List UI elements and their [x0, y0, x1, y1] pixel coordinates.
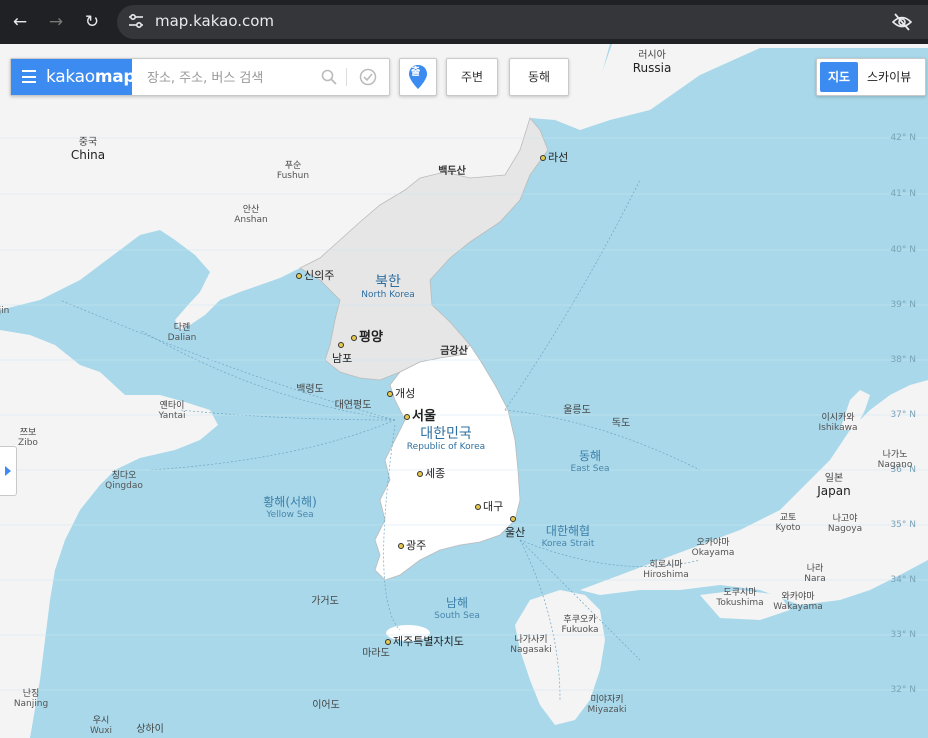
map-label-anshan[interactable]: 안산 Anshan	[234, 205, 267, 226]
map-label-north-korea[interactable]: 북한 North Korea	[361, 274, 415, 300]
city-marker-icon	[540, 155, 546, 161]
map-label-wakayama[interactable]: 와카야마 Wakayama	[773, 592, 823, 613]
map-label-tokushima[interactable]: 도쿠시마 Tokushima	[716, 588, 763, 609]
search-divider	[346, 68, 347, 86]
map-label-okayama[interactable]: 오카야마 Okayama	[692, 538, 735, 559]
city-marker-icon	[351, 334, 357, 341]
region-button[interactable]: 동해	[509, 58, 569, 96]
latitude-label: 39° N	[890, 300, 916, 310]
city-marker-icon	[398, 543, 404, 549]
map-label-dokdo[interactable]: 독도	[612, 418, 630, 430]
map-label-wuxi[interactable]: 우시 Wuxi	[90, 716, 112, 737]
route-button[interactable]: 출	[399, 58, 437, 96]
latitude-label: 35° N	[890, 520, 916, 530]
map-label-gageodo[interactable]: 가거도	[311, 596, 339, 608]
latitude-label: 40° N	[890, 245, 916, 255]
map-label-china[interactable]: 중국 China	[71, 137, 105, 162]
latitude-label: 34° N	[890, 575, 916, 585]
latitude-label: 41° N	[890, 189, 916, 199]
city-marker-icon	[417, 471, 423, 477]
map-label-hiroshima[interactable]: 히로시마 Hiroshima	[643, 560, 688, 581]
url-text[interactable]: map.kakao.com	[155, 12, 274, 30]
city-ulsan[interactable]: 울산	[505, 516, 525, 540]
city-marker-icon	[296, 273, 302, 279]
chevron-right-icon	[5, 466, 11, 476]
map-label-qingdao[interactable]: 칭다오 Qingdao	[105, 471, 143, 492]
forward-icon[interactable]: →	[44, 10, 68, 34]
kakaomap-logo[interactable]: kakaomap	[11, 59, 136, 95]
map-label-geumgangsan[interactable]: 금강산	[440, 346, 468, 358]
nearby-button[interactable]: 주변	[446, 58, 498, 96]
map-label-baekdusan[interactable]: 백두산	[438, 166, 466, 178]
search-icon[interactable]	[321, 69, 337, 85]
search-box: kakaomap	[10, 58, 390, 96]
city-daegu[interactable]: 대구	[475, 498, 503, 514]
map-label-nara[interactable]: 나라 Nara	[804, 564, 825, 585]
latitude-label: 32° N	[890, 685, 916, 695]
map-label-shanghai[interactable]: 상하이	[136, 724, 164, 736]
city-seoul[interactable]: 서울	[404, 405, 436, 424]
map-label-ulleungdo[interactable]: 울릉도	[563, 405, 591, 417]
city-marker-icon	[385, 639, 391, 645]
map-label-kyoto[interactable]: 교토 Kyoto	[775, 513, 800, 534]
logo-kakao: kakao	[46, 67, 95, 87]
map-label-zibo[interactable]: 쯔보 Zibo	[18, 428, 38, 449]
back-icon[interactable]: ←	[8, 10, 32, 34]
search-input[interactable]	[145, 67, 319, 89]
city-rason[interactable]: 라선	[540, 149, 568, 165]
map-label-daeyeonpyeongdo[interactable]: 대연평도	[335, 400, 372, 412]
map-label-south-korea[interactable]: 대한민국 Republic of Korea	[407, 426, 485, 452]
maptype-skyview-button[interactable]: 스카이뷰	[867, 62, 911, 92]
eye-off-icon[interactable]	[892, 13, 912, 31]
map-label-miyazaki[interactable]: 미야자키 Miyazaki	[587, 695, 626, 716]
maptype-map-button[interactable]: 지도	[820, 62, 858, 92]
map-label-nagano[interactable]: 나가노 Nagano	[878, 450, 913, 471]
site-settings-icon[interactable]	[126, 11, 146, 31]
map-label-yellow-sea[interactable]: 황해(서해) Yellow Sea	[263, 495, 317, 520]
map-label-yantai[interactable]: 옌타이 Yantai	[158, 401, 185, 422]
map-label-south-sea[interactable]: 남해 South Sea	[434, 596, 480, 621]
map-label-fukuoka[interactable]: 후쿠오카 Fukuoka	[561, 615, 598, 636]
city-marker-icon	[404, 413, 410, 420]
map-label-marado[interactable]: 마라도	[362, 648, 390, 660]
city-sinuiju[interactable]: 신의주	[296, 267, 334, 283]
city-marker-icon	[338, 342, 344, 348]
latitude-label: 33° N	[890, 630, 916, 640]
city-jeju[interactable]: 제주특별자치도	[385, 633, 464, 649]
map-label-japan[interactable]: 일본 Japan	[817, 473, 850, 498]
map-label-nagoya[interactable]: 나고야 Nagoya	[828, 514, 862, 535]
map-label-nanjing[interactable]: 난징 Nanjing	[14, 689, 48, 710]
side-panel-toggle[interactable]	[0, 446, 17, 496]
check-circle-icon[interactable]	[359, 68, 377, 86]
map-label-fushun[interactable]: 푸순 Fushun	[277, 161, 309, 182]
map-label-dalian[interactable]: 다롄 Dalian	[168, 323, 197, 344]
city-sejong[interactable]: 세종	[417, 465, 445, 481]
map-label-ishikawa[interactable]: 이시카와 Ishikawa	[819, 413, 858, 434]
route-label: 출	[411, 67, 421, 78]
map-label-baengnyeongdo[interactable]: 백령도	[296, 384, 324, 396]
city-marker-icon	[387, 391, 393, 397]
map-label-east-sea[interactable]: 동해 East Sea	[570, 449, 609, 474]
city-marker-icon	[475, 504, 481, 510]
maptype-toggle: 지도 스카이뷰	[816, 58, 926, 96]
city-kaesong[interactable]: 개성	[387, 385, 415, 401]
city-nampo[interactable]: 남포	[332, 342, 352, 366]
map-label-russia[interactable]: 러시아 Russia	[633, 50, 672, 75]
city-pyongyang[interactable]: 평양	[351, 326, 383, 345]
logo-map: map	[94, 67, 136, 87]
city-marker-icon	[510, 516, 516, 522]
browser-toolbar: ← → ↻ map.kakao.com	[0, 0, 928, 44]
reload-icon[interactable]: ↻	[80, 10, 104, 34]
map-canvas[interactable]: 42° N 41° N 40° N 39° N 38° N 37° N 36° …	[0, 44, 928, 738]
map-label-jin[interactable]: jin	[0, 306, 9, 316]
latitude-label: 38° N	[890, 355, 916, 365]
map-base	[0, 44, 928, 738]
map-label-korea-strait[interactable]: 대한해협 Korea Strait	[542, 524, 595, 549]
city-gwangju[interactable]: 광주	[398, 537, 426, 553]
menu-icon[interactable]	[22, 70, 36, 83]
latitude-label: 37° N	[890, 410, 916, 420]
latitude-label: 42° N	[890, 133, 916, 143]
map-label-nagasaki[interactable]: 나가사키 Nagasaki	[510, 635, 551, 656]
map-label-ieodo[interactable]: 이어도	[312, 700, 340, 712]
